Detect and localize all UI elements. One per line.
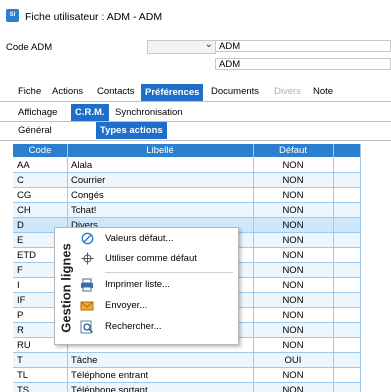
cell-libelle: Congés: [71, 190, 104, 201]
tab-divers[interactable]: Divers: [274, 86, 301, 97]
cell-defaut: NON: [282, 265, 304, 276]
menu-item-valeurs-defaut[interactable]: Valeurs défaut...: [77, 230, 237, 248]
cell-code: D: [17, 220, 24, 231]
cell-defaut: NON: [282, 205, 304, 216]
context-menu: Gestion lignes Valeurs défaut... Utilise…: [54, 227, 239, 345]
cell-defaut: NON: [282, 295, 304, 306]
cell-defaut: OUI: [284, 355, 302, 366]
crm-subtabs: Affichage C.R.M. Synchronisation: [0, 104, 391, 122]
main-tabs: Fiche Actions Contacts Préférences Docum…: [0, 84, 391, 102]
context-menu-sidebar: Gestion lignes: [55, 228, 77, 344]
table-row[interactable]: TS Téléphone sortant NON: [13, 383, 360, 392]
search-icon: [80, 320, 94, 334]
tab-affichage[interactable]: Affichage: [18, 107, 57, 118]
table-row[interactable]: CH Tchat! NON: [13, 203, 360, 218]
cell-defaut: NON: [282, 190, 304, 201]
table-row[interactable]: T Tâche OUI: [13, 353, 360, 368]
tab-types-actions[interactable]: Types actions: [96, 122, 167, 139]
cell-code: TS: [17, 385, 30, 392]
cell-code: TL: [17, 370, 29, 381]
tab-synchronisation[interactable]: Synchronisation: [115, 107, 183, 118]
col-libelle[interactable]: Libellé: [67, 145, 253, 156]
col-defaut[interactable]: Défaut: [253, 145, 333, 156]
table-row[interactable]: TL Téléphone entrant NON: [13, 368, 360, 383]
grid-divider: [333, 144, 334, 392]
tab-contacts[interactable]: Contacts: [97, 86, 135, 97]
table-row[interactable]: CG Congés NON: [13, 188, 360, 203]
code-combo[interactable]: ⌄: [147, 39, 216, 54]
cell-defaut: NON: [282, 370, 304, 381]
tab-note[interactable]: Note: [313, 86, 333, 97]
tab-preferences[interactable]: Préférences: [141, 84, 204, 101]
col-code[interactable]: Code: [13, 145, 67, 156]
cell-code: IF: [17, 295, 26, 306]
cell-defaut: NON: [282, 220, 304, 231]
no-entry-icon: [80, 232, 94, 246]
cell-defaut: NON: [282, 280, 304, 291]
grid-divider: [253, 144, 254, 392]
table-row[interactable]: C Courrier NON: [13, 173, 360, 188]
cell-code: ETD: [17, 250, 36, 261]
cell-code: AA: [17, 160, 30, 171]
tab-general[interactable]: Général: [18, 125, 52, 136]
code-value: ADM: [31, 42, 53, 53]
cell-libelle: Courrier: [71, 175, 106, 186]
title-bar: SI Fiche utilisateur : ADM - ADM: [0, 0, 391, 34]
menu-item-rechercher[interactable]: Rechercher...: [77, 318, 237, 336]
cell-code: T: [17, 355, 23, 366]
cell-libelle: Téléphone entrant: [71, 370, 149, 381]
cell-defaut: NON: [282, 340, 304, 351]
menu-separator: [105, 272, 233, 273]
cell-code: CG: [17, 190, 32, 201]
menu-item-envoyer[interactable]: Envoyer...: [77, 297, 237, 315]
cell-libelle: Alala: [71, 160, 93, 171]
crosshair-icon: [80, 252, 94, 266]
cell-defaut: NON: [282, 385, 304, 392]
table-row[interactable]: AA Alala NON: [13, 158, 360, 173]
chevron-down-icon[interactable]: ⌄: [205, 39, 213, 50]
cell-defaut: NON: [282, 160, 304, 171]
mail-icon: [80, 299, 94, 313]
window-title: Fiche utilisateur : ADM - ADM: [25, 11, 163, 23]
cell-code: P: [17, 310, 24, 321]
cell-code: F: [17, 265, 23, 276]
app-icon: SI: [6, 9, 19, 22]
short-name-field[interactable]: ADM: [215, 58, 391, 70]
cell-libelle: Tâche: [71, 355, 98, 366]
cell-code: C: [17, 175, 24, 186]
cell-code: CH: [17, 205, 31, 216]
tab-documents[interactable]: Documents: [211, 86, 259, 97]
menu-item-utiliser-defaut[interactable]: Utiliser comme défaut: [77, 250, 237, 268]
menu-item-imprimer[interactable]: Imprimer liste...: [77, 276, 237, 294]
cell-code: I: [17, 280, 20, 291]
tab-crm[interactable]: C.R.M.: [71, 104, 109, 121]
cell-defaut: NON: [282, 235, 304, 246]
cell-defaut: NON: [282, 250, 304, 261]
cell-defaut: NON: [282, 325, 304, 336]
grid-header: Code Libellé Défaut: [13, 144, 360, 157]
grid-divider: [360, 144, 361, 392]
crm-subtabs-2: Général Types actions: [0, 122, 391, 141]
cell-code: E: [17, 235, 24, 246]
code-label: Code: [6, 42, 29, 53]
tab-fiche[interactable]: Fiche: [18, 86, 41, 97]
cell-code: R: [17, 325, 24, 336]
cell-defaut: NON: [282, 310, 304, 321]
cell-libelle: Téléphone sortant: [71, 385, 148, 392]
cell-code: RU: [17, 340, 31, 351]
cell-defaut: NON: [282, 175, 304, 186]
cell-libelle: Tchat!: [71, 205, 97, 216]
name-field[interactable]: ADM: [215, 40, 391, 52]
context-menu-title: Gestion lignes: [58, 243, 74, 333]
tab-actions[interactable]: Actions: [52, 86, 83, 97]
printer-icon: [80, 278, 94, 292]
